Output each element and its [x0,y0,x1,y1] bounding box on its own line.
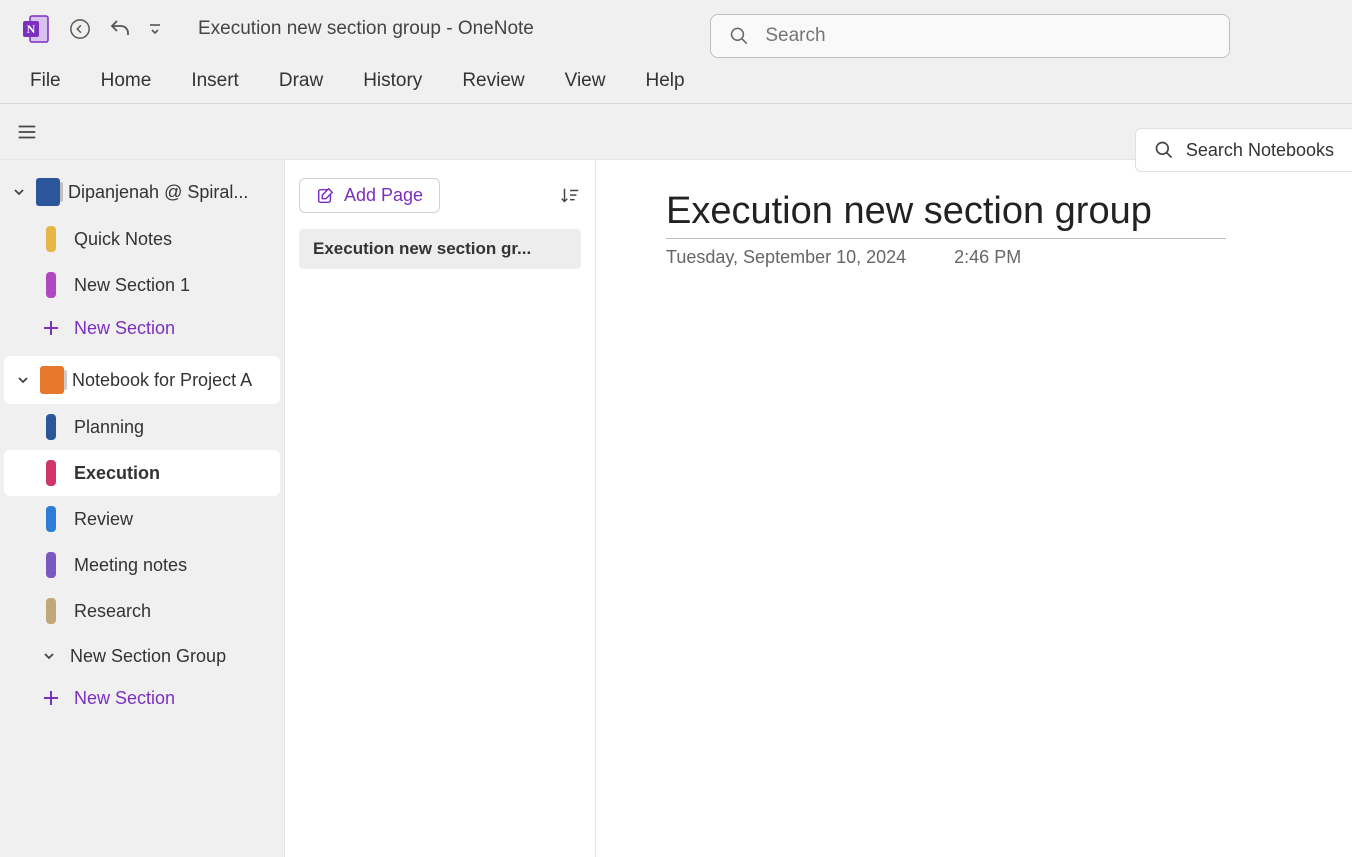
search-input[interactable] [765,25,1211,47]
section-color-icon [46,552,56,578]
new-section-label: New Section [74,688,175,709]
notebook-nav: Dipanjenah @ Spiral... Quick Notes New S… [0,160,284,857]
page-date: Tuesday, September 10, 2024 [666,247,906,268]
section-group-label: New Section Group [70,646,226,667]
new-section-label: New Section [74,318,175,339]
onenote-app-icon: N [20,13,52,45]
search-icon [1154,140,1174,160]
svg-text:N: N [27,22,36,36]
section-item-research[interactable]: Research [0,588,284,634]
search-notebooks-label: Search Notebooks [1186,140,1334,161]
nav-toggle-button[interactable] [16,121,38,143]
title-underline [666,238,1226,239]
window-title: Execution new section group - OneNote [198,18,534,40]
ribbon-tab-help[interactable]: Help [645,70,684,92]
section-item-new-section-1[interactable]: New Section 1 [0,262,284,308]
section-color-icon [46,460,56,486]
ribbon-tab-review[interactable]: Review [462,70,524,92]
add-page-icon [316,187,334,205]
section-color-icon [46,598,56,624]
ribbon-tab-view[interactable]: View [565,70,606,92]
sort-icon [559,185,581,207]
notebook-label: Dipanjenah @ Spiral... [68,182,248,203]
workspace: Dipanjenah @ Spiral... Quick Notes New S… [0,160,1352,857]
page-canvas[interactable]: Execution new section group Tuesday, Sep… [596,160,1352,857]
section-label: Research [74,601,151,622]
ribbon: File Home Insert Draw History Review Vie… [0,58,1352,104]
search-notebooks-button[interactable]: Search Notebooks [1135,128,1352,172]
add-page-button[interactable]: Add Page [299,178,440,213]
notebook-label: Notebook for Project A [72,370,252,391]
notebook-icon [40,366,64,394]
app-name: OneNote [458,18,534,39]
page-item[interactable]: Execution new section gr... [299,229,581,269]
section-group-item[interactable]: New Section Group [0,634,284,678]
page-list-header: Add Page [299,178,581,213]
back-button[interactable] [60,9,100,49]
notebook-icon [36,178,60,206]
notebook-item-dipanjenah[interactable]: Dipanjenah @ Spiral... [0,168,284,216]
section-label: Review [74,509,133,530]
section-label: Planning [74,417,144,438]
ribbon-tab-history[interactable]: History [363,70,422,92]
sort-pages-button[interactable] [559,185,581,207]
page-title[interactable]: Execution new section group [666,190,1226,234]
ribbon-tab-home[interactable]: Home [101,70,152,92]
section-color-icon [46,272,56,298]
section-label: New Section 1 [74,275,190,296]
section-color-icon [46,506,56,532]
section-color-icon [46,226,56,252]
section-item-quick-notes[interactable]: Quick Notes [0,216,284,262]
section-label: Quick Notes [74,229,172,250]
search-box[interactable] [710,14,1230,58]
section-item-execution[interactable]: Execution [4,450,280,496]
plus-icon [42,689,60,707]
new-section-button[interactable]: New Section [0,308,284,348]
document-title: Execution new section group [198,18,441,39]
ribbon-tab-draw[interactable]: Draw [279,70,323,92]
section-item-review[interactable]: Review [0,496,284,542]
chevron-down-icon [16,373,32,387]
chevron-down-icon [12,185,28,199]
title-separator: - [441,18,458,39]
subbar: Search Notebooks [0,104,1352,160]
ribbon-tab-file[interactable]: File [30,70,61,92]
add-page-label: Add Page [344,185,423,206]
new-section-button[interactable]: New Section [0,678,284,718]
titlebar: N Execution new section group - OneNote [0,0,1352,58]
section-color-icon [46,414,56,440]
section-item-meeting-notes[interactable]: Meeting notes [0,542,284,588]
notebook-item-project-a[interactable]: Notebook for Project A [4,356,280,404]
section-item-planning[interactable]: Planning [0,404,284,450]
section-label: Execution [74,463,160,484]
page-time: 2:46 PM [954,247,1021,268]
customize-qat-button[interactable] [140,9,170,49]
plus-icon [42,319,60,337]
search-icon [729,25,749,47]
page-meta: Tuesday, September 10, 2024 2:46 PM [666,247,1352,268]
ribbon-tab-insert[interactable]: Insert [191,70,239,92]
section-label: Meeting notes [74,555,187,576]
chevron-down-icon [42,649,56,663]
undo-button[interactable] [100,9,140,49]
page-list: Add Page Execution new section gr... [284,160,596,857]
